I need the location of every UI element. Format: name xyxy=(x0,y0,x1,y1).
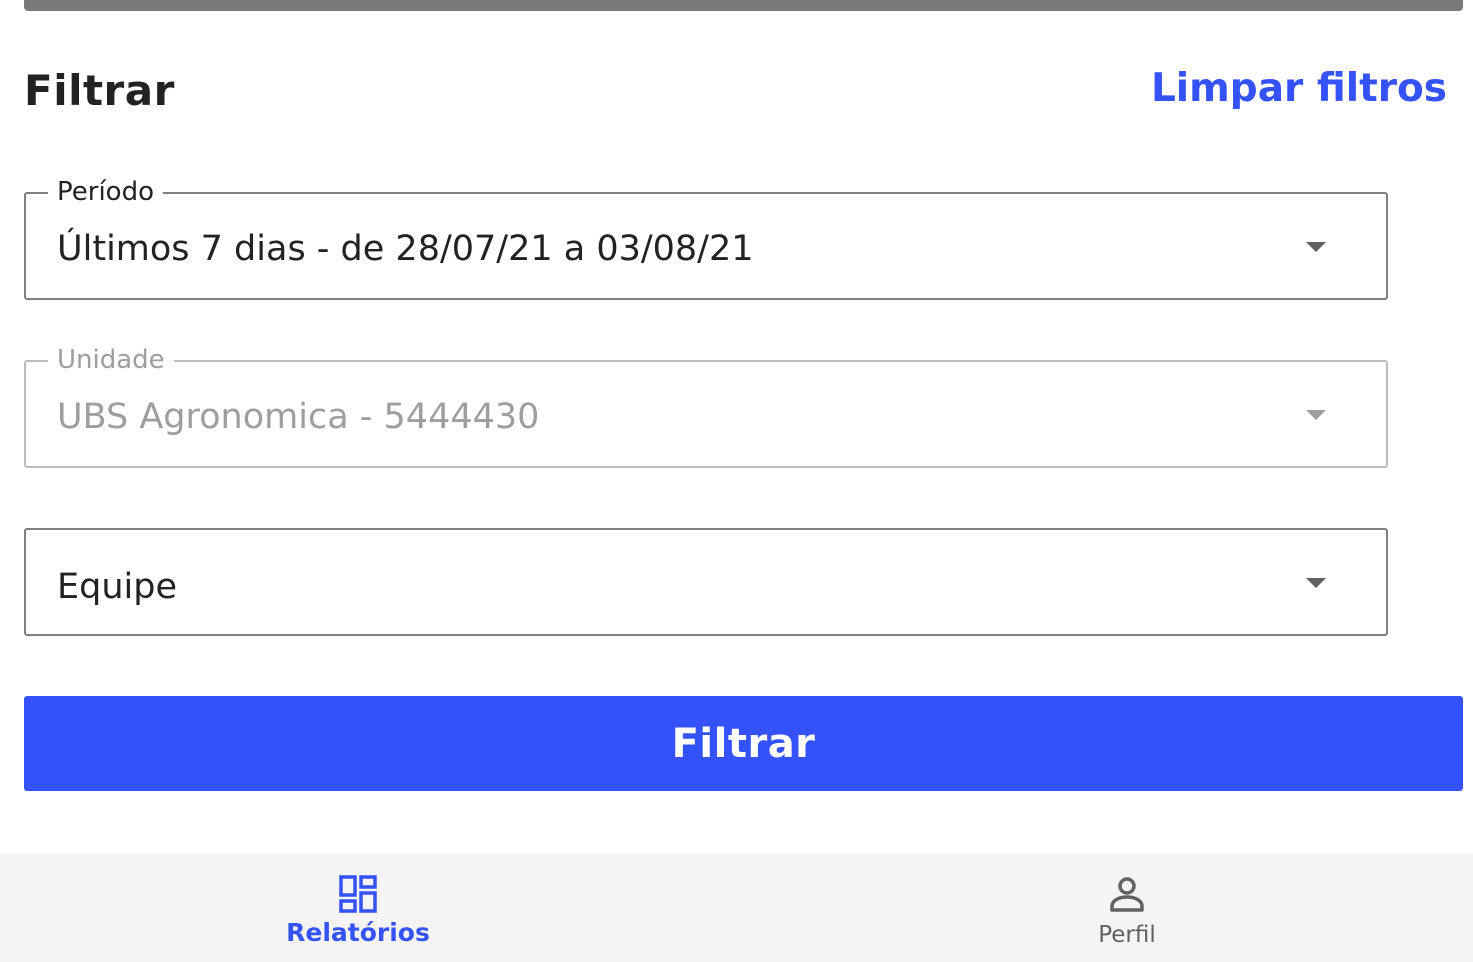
period-label: Período xyxy=(48,176,163,208)
bottom-navigation: Relatórios Perfil xyxy=(0,854,1473,962)
previous-sheet-edge xyxy=(0,0,1473,12)
team-placeholder: Equipe xyxy=(57,567,177,607)
nav-label-reports: Relatórios xyxy=(286,918,430,947)
filter-button[interactable]: Filtrar xyxy=(24,696,1463,791)
unit-label: Unidade xyxy=(48,344,174,376)
person-icon xyxy=(1110,877,1144,912)
unit-value: UBS Agronomica - 5444430 xyxy=(57,397,540,437)
period-value: Últimos 7 dias - de 28/07/21 a 03/08/21 xyxy=(57,229,754,269)
clear-filters-link[interactable]: Limpar filtros xyxy=(1151,66,1447,111)
chevron-down-icon xyxy=(1306,410,1326,420)
previous-sheet-bar xyxy=(24,0,1463,11)
period-select[interactable]: Período Últimos 7 dias - de 28/07/21 a 0… xyxy=(24,176,1388,300)
nav-item-profile[interactable]: Perfil xyxy=(1027,854,1227,962)
unit-select: Unidade UBS Agronomica - 5444430 xyxy=(24,344,1388,468)
nav-label-profile: Perfil xyxy=(1098,922,1156,948)
chevron-down-icon xyxy=(1306,578,1326,588)
team-select[interactable]: Equipe xyxy=(24,528,1388,636)
chevron-down-icon xyxy=(1306,242,1326,252)
dashboard-icon xyxy=(339,875,377,913)
nav-item-reports[interactable]: Relatórios xyxy=(258,854,458,962)
page-title: Filtrar xyxy=(24,66,175,115)
